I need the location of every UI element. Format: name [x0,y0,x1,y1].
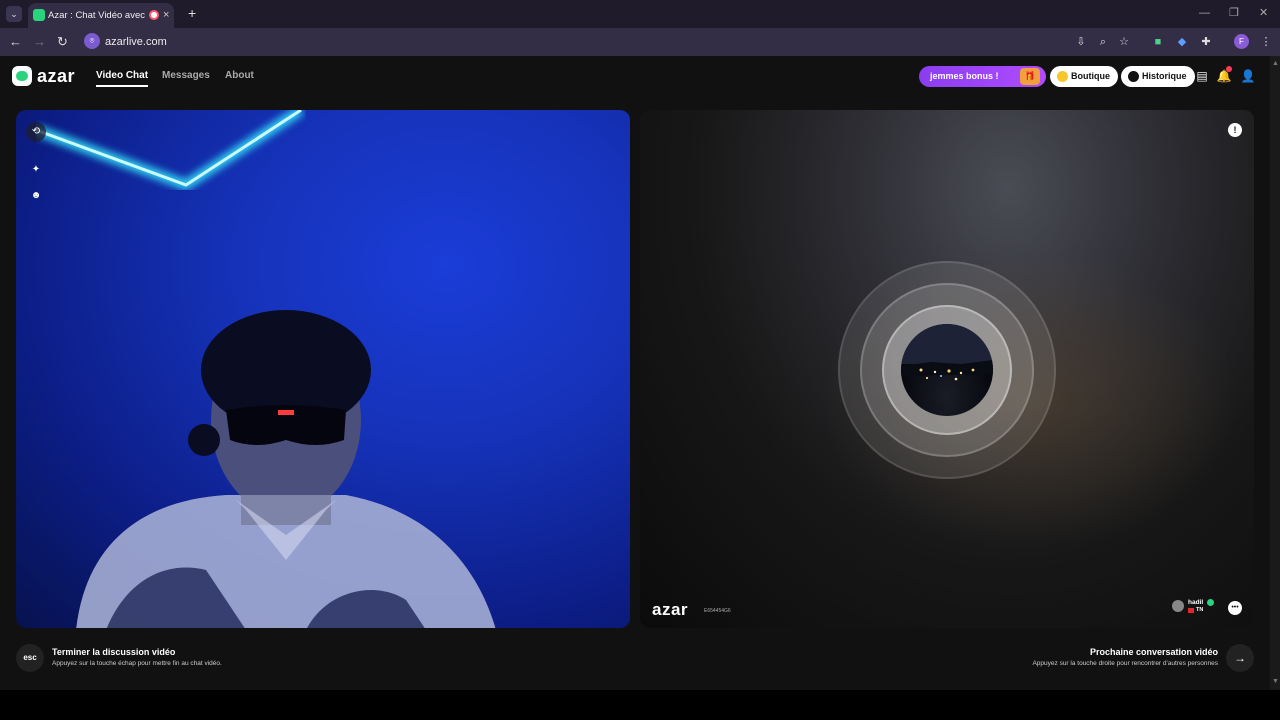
watermark-id: E654454G6 [704,608,731,614]
forward-button[interactable]: → [33,34,46,50]
extension-icon[interactable]: ◆ [1174,34,1190,50]
partner-video-panel: ! azar E654454G6 hadil TN ••• [640,110,1254,628]
partner-avatar[interactable] [1172,600,1184,612]
next-chat-title: Prochaine conversation vidéo [1089,647,1218,657]
end-chat-title: Terminer la discussion vidéo [52,647,176,657]
history-button[interactable]: Historique [1121,66,1195,87]
browser-tab-bar: ⌄ Azar : Chat Vidéo avec de n × + — ❐ ✕ [0,0,1280,28]
next-chat-description: Appuyez sur la touche droite pour rencon… [1032,660,1218,667]
recording-icon [149,10,159,20]
end-chat-button[interactable]: esc [16,644,44,672]
extension-icon[interactable]: ■ [1150,34,1166,50]
scroll-up-arrow-icon[interactable]: ▲ [1272,60,1279,67]
partner-avatar-photo [901,324,993,416]
notification-badge [1226,66,1232,72]
bookmark-star-icon[interactable]: ☆ [1116,34,1132,50]
tab-close-button[interactable]: × [163,8,169,22]
verified-badge-icon [1207,599,1214,606]
gem-icon [1057,71,1068,82]
person-silhouette [76,310,496,628]
shop-label: Boutique [1071,71,1110,81]
azar-logo-icon[interactable] [12,66,32,86]
nav-messages[interactable]: Messages [162,69,210,83]
extensions-puzzle-icon[interactable]: ✚ [1198,34,1214,50]
tab-list-button[interactable]: ⌄ [6,6,22,22]
gift-box-icon: 🎁 [1020,68,1040,85]
azar-watermark: azar [652,600,689,619]
chat-bubble-icon[interactable]: ••• [1228,601,1242,615]
sticker-icon[interactable]: ☻ [26,186,46,206]
clock-icon [1128,71,1139,82]
nav-about[interactable]: About [225,69,254,83]
ceiling-led-light [36,110,304,190]
user-icon[interactable]: 👤 [1240,68,1256,84]
zoom-icon[interactable]: ⌕ [1095,34,1111,50]
close-window-button[interactable]: ✕ [1259,6,1268,20]
inbox-icon[interactable]: ▤ [1194,68,1210,84]
bonus-button[interactable]: jemmes bonus ! 🎁 [919,66,1046,87]
nav-video-chat[interactable]: Video Chat [96,69,149,87]
install-app-icon[interactable]: ⇩ [1073,34,1089,50]
reload-button[interactable]: ↻ [57,34,68,50]
history-label: Historique [1142,71,1187,81]
address-bar[interactable]: azarlive.com [105,34,167,50]
site-info-icon[interactable]: ⌾ [84,33,100,49]
partner-country: TN [1196,607,1204,613]
restore-button[interactable]: ❐ [1229,6,1239,20]
browser-tab[interactable]: Azar : Chat Vidéo avec de n × [28,3,174,28]
swap-camera-icon[interactable]: ⟲ [26,122,46,142]
browser-toolbar: ← → ↻ ⌾ azarlive.com ⇩ ⌕ ☆ ■ ◆ ✚ F ⋮ [0,28,1280,56]
new-tab-button[interactable]: + [188,5,196,21]
tab-title: Azar : Chat Vidéo avec de n [48,10,148,21]
scroll-down-arrow-icon[interactable]: ▼ [1272,678,1279,685]
azar-app: azar Video Chat Messages About jemmes bo… [0,56,1270,690]
shop-button[interactable]: Boutique [1050,66,1118,87]
self-video-panel: ⟲ ✦ ☻ [16,110,630,628]
end-chat-description: Appuyez sur la touche échap pour mettre … [52,660,222,667]
report-shield-icon[interactable]: ! [1228,123,1242,137]
partner-name: hadil [1188,599,1204,606]
page-scrollbar[interactable] [1270,56,1280,690]
azar-favicon-icon [33,9,45,21]
next-chat-button[interactable]: → [1226,644,1254,672]
magic-wand-icon[interactable]: ✦ [26,160,46,180]
tunisia-flag-icon [1188,608,1194,613]
azar-logo-text[interactable]: azar [37,65,75,87]
profile-avatar[interactable]: F [1234,34,1249,49]
menu-kebab-icon[interactable]: ⋮ [1258,34,1274,50]
minimize-button[interactable]: — [1199,6,1210,20]
back-button[interactable]: ← [9,34,22,50]
bonus-label: jemmes bonus ! [930,71,999,81]
